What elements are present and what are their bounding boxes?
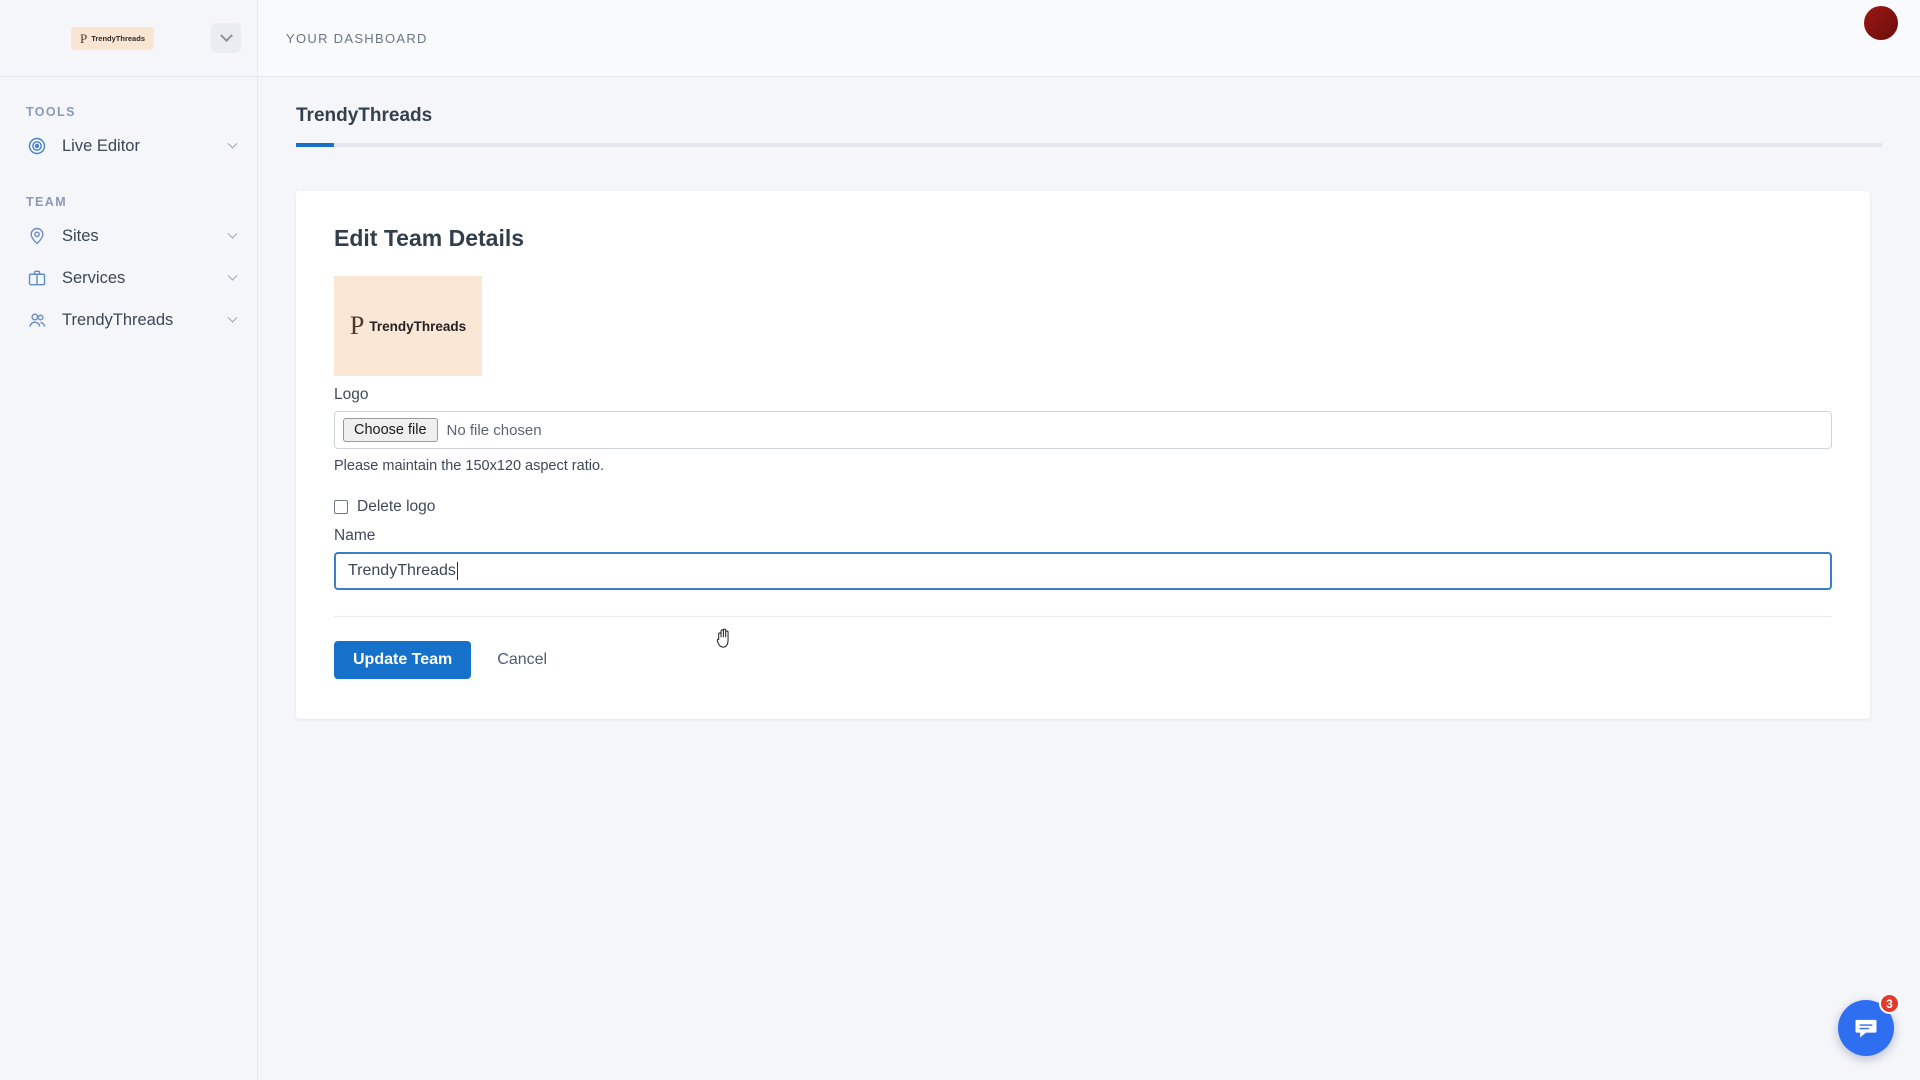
briefcase-icon (26, 267, 48, 289)
sidebar-item-label: Services (62, 268, 126, 287)
tab-underline (296, 143, 1882, 147)
form-actions: Update Team Cancel (334, 641, 1832, 679)
team-switcher-button[interactable] (211, 23, 241, 53)
sidebar-item-services[interactable]: Services (0, 257, 257, 299)
delete-logo-checkbox[interactable] (334, 500, 348, 514)
brand-logo-image: P TrendyThreads (70, 26, 154, 50)
choose-file-button[interactable]: Choose file (343, 418, 438, 442)
sidebar-header: P TrendyThreads (0, 0, 257, 77)
logo-monogram: P (349, 311, 365, 340)
tab-trendythreads[interactable]: TrendyThreads (296, 105, 432, 143)
edit-team-card: Edit Team Details P TrendyThreads Logo C… (296, 191, 1870, 719)
name-input[interactable]: TrendyThreads (334, 552, 1832, 590)
logo-preview-text: TrendyThreads (369, 318, 467, 334)
sidebar-item-label: TrendyThreads (62, 310, 174, 329)
chat-unread-badge: 3 (1879, 993, 1900, 1014)
name-field-label: Name (334, 527, 376, 544)
file-status-text: No file chosen (446, 421, 542, 439)
sidebar-section-tools-title: TOOLS (26, 105, 76, 119)
update-team-button[interactable]: Update Team (334, 641, 472, 679)
sidebar-item-trendythreads[interactable]: TrendyThreads (0, 299, 257, 341)
chevron-down-icon[interactable] (225, 228, 239, 240)
tab-active-indicator (296, 143, 334, 147)
logo-preview: P TrendyThreads (334, 276, 482, 376)
chat-bubble-icon (1855, 1019, 1877, 1038)
logo-field-label: Logo (334, 386, 369, 403)
logo-hint-text: Please maintain the 150x120 aspect ratio… (334, 458, 605, 474)
chevron-down-icon (219, 28, 233, 42)
chevron-down-icon[interactable] (225, 312, 239, 324)
delete-logo-row[interactable]: Delete logo (334, 498, 1832, 516)
sidebar-section-team-title: TEAM (26, 195, 68, 209)
sidebar: P TrendyThreads TOOLS Live Editor TEAM S… (0, 0, 258, 1080)
delete-logo-label: Delete logo (357, 498, 436, 515)
users-icon (26, 309, 48, 331)
logo-file-input[interactable]: Choose file No file chosen (334, 411, 1832, 449)
sidebar-brand-logo[interactable]: P TrendyThreads (22, 18, 203, 58)
sidebar-item-label: Live Editor (62, 136, 140, 155)
main-content: YOUR DASHBOARD TrendyThreads Edit Team D… (258, 0, 1920, 1080)
sidebar-item-sites[interactable]: Sites (0, 215, 257, 257)
text-cursor (456, 562, 458, 580)
card-title: Edit Team Details (334, 225, 525, 251)
user-avatar[interactable] (1864, 6, 1898, 40)
brand-monogram: P (79, 30, 88, 46)
card-divider (334, 616, 1832, 617)
brand-logo-text: TrendyThreads (91, 33, 145, 43)
map-pin-icon (26, 225, 48, 247)
chevron-down-icon[interactable] (225, 138, 239, 150)
cancel-button[interactable]: Cancel (493, 645, 551, 675)
breadcrumb: YOUR DASHBOARD (286, 30, 428, 46)
topbar: YOUR DASHBOARD (258, 0, 1920, 77)
sidebar-item-label: Sites (62, 226, 99, 245)
sidebar-item-live-editor[interactable]: Live Editor (0, 125, 257, 167)
target-icon (26, 135, 48, 157)
name-input-value: TrendyThreads (348, 562, 456, 579)
tab-bar: TrendyThreads (258, 77, 1920, 147)
app-root: PageGPT PageGPT PageGPT PageGPT PageGPT … (0, 0, 1920, 1080)
chevron-down-icon[interactable] (225, 270, 239, 282)
